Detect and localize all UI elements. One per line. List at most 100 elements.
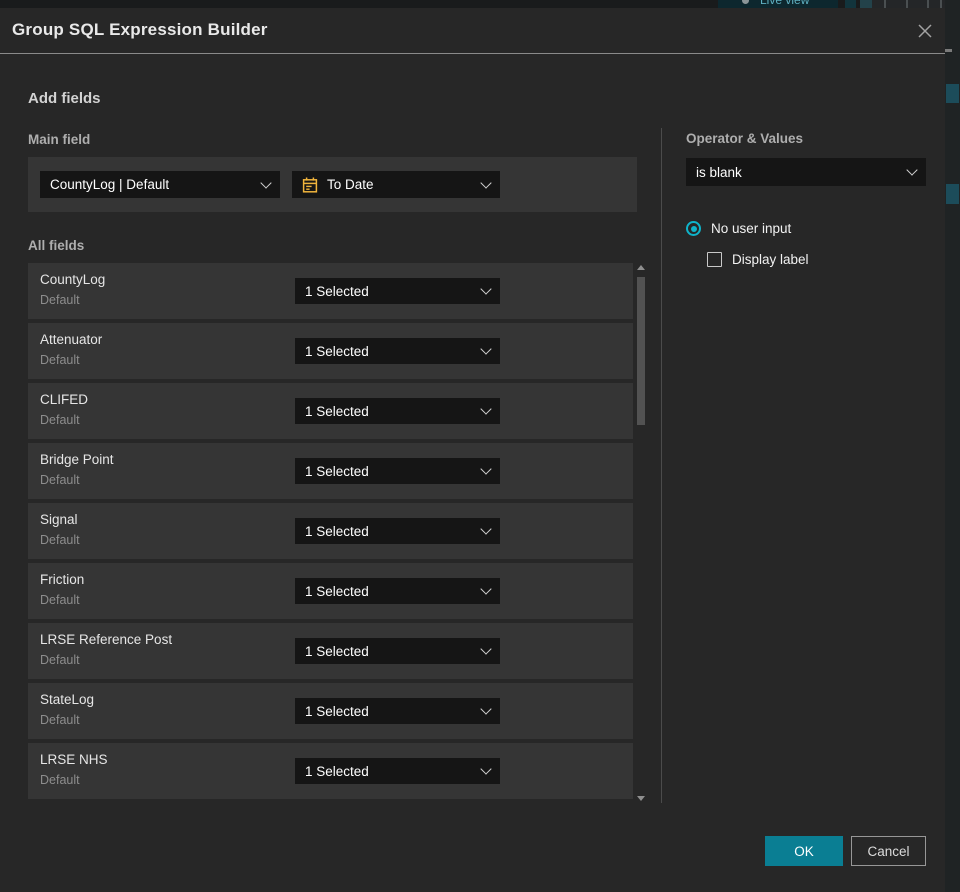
display-label-checkbox[interactable]: Display label (707, 252, 809, 267)
field-values-select[interactable]: 1 Selected (295, 638, 500, 664)
background-panel-icon (946, 84, 959, 103)
no-user-input-radio[interactable]: No user input (686, 221, 791, 236)
group-sql-expression-builder-dialog: Group SQL Expression Builder Add fields … (0, 8, 945, 892)
cancel-button[interactable]: Cancel (851, 836, 926, 866)
main-field-container: CountyLog | Default To Date (28, 157, 637, 212)
field-values-select-label: 1 Selected (305, 343, 369, 359)
field-name: LRSE Reference Post (40, 632, 173, 647)
field-subtitle: Default (40, 353, 80, 367)
main-field-type-select[interactable]: To Date (292, 171, 500, 198)
calendar-icon (302, 177, 318, 193)
close-icon (918, 24, 932, 38)
field-row: Friction Default 1 Selected (28, 563, 633, 619)
chevron-down-icon (480, 403, 492, 415)
field-values-select-label: 1 Selected (305, 523, 369, 539)
field-subtitle: Default (40, 593, 80, 607)
panel-divider (661, 128, 662, 803)
operator-values-label: Operator & Values (686, 131, 804, 146)
field-row: Signal Default 1 Selected (28, 503, 633, 559)
ok-button[interactable]: OK (765, 836, 843, 866)
dialog-title: Group SQL Expression Builder (12, 20, 268, 39)
chevron-down-icon (480, 343, 492, 355)
field-subtitle: Default (40, 533, 80, 547)
chevron-down-icon (480, 523, 492, 535)
field-name: Attenuator (40, 332, 103, 347)
field-values-select[interactable]: 1 Selected (295, 518, 500, 544)
field-values-select[interactable]: 1 Selected (295, 338, 500, 364)
app-background-top-strip: Live view (0, 0, 960, 8)
chevron-down-icon (480, 583, 492, 595)
display-label-text: Display label (732, 252, 809, 267)
field-name: CLIFED (40, 392, 89, 407)
operator-select-value: is blank (696, 164, 742, 180)
scrollbar-up-arrow-icon[interactable] (637, 265, 645, 270)
field-values-select-label: 1 Selected (305, 643, 369, 659)
field-row: Bridge Point Default 1 Selected (28, 443, 633, 499)
close-button[interactable] (913, 19, 937, 43)
field-subtitle: Default (40, 473, 80, 487)
field-name: CountyLog (40, 272, 106, 287)
background-toolbar-tick (884, 0, 886, 8)
field-values-select-label: 1 Selected (305, 703, 369, 719)
chevron-down-icon (480, 703, 492, 715)
field-row: CountyLog Default 1 Selected (28, 263, 633, 319)
main-field-source-value: CountyLog | Default (50, 177, 170, 192)
field-values-select[interactable]: 1 Selected (295, 578, 500, 604)
field-values-select[interactable]: 1 Selected (295, 758, 500, 784)
field-row: LRSE Reference Post Default 1 Selected (28, 623, 633, 679)
field-name: LRSE NHS (40, 752, 108, 767)
chevron-down-icon (260, 176, 272, 189)
scrollbar-thumb[interactable] (637, 277, 645, 425)
field-values-select[interactable]: 1 Selected (295, 698, 500, 724)
no-user-input-label: No user input (711, 221, 792, 236)
chevron-down-icon (480, 463, 492, 475)
field-values-select-label: 1 Selected (305, 283, 369, 299)
background-icon (860, 0, 872, 8)
chevron-down-icon (480, 283, 492, 295)
background-icon (845, 0, 856, 8)
background-toolbar-tick (927, 0, 929, 8)
field-subtitle: Default (40, 293, 80, 307)
live-view-button: Live view (718, 0, 838, 8)
field-values-select[interactable]: 1 Selected (295, 398, 500, 424)
background-toolbar-tick (940, 0, 942, 8)
operator-select[interactable]: is blank (686, 158, 926, 186)
main-field-source-select[interactable]: CountyLog | Default (40, 171, 280, 198)
dialog-header: Group SQL Expression Builder (0, 8, 945, 54)
radio-selected-icon (686, 221, 701, 236)
chevron-down-icon (906, 164, 918, 176)
field-row: LRSE NHS Default 1 Selected (28, 743, 633, 799)
field-subtitle: Default (40, 413, 80, 427)
chevron-down-icon (480, 763, 492, 775)
main-field-label: Main field (28, 132, 91, 147)
background-dash (945, 49, 952, 52)
background-panel-icon (946, 184, 959, 204)
field-name: StateLog (40, 692, 95, 707)
app-background-right-strip (945, 0, 960, 892)
field-subtitle: Default (40, 713, 80, 727)
field-values-select[interactable]: 1 Selected (295, 278, 500, 304)
main-field-type-value: To Date (327, 177, 374, 192)
field-values-select[interactable]: 1 Selected (295, 458, 500, 484)
field-row: Attenuator Default 1 Selected (28, 323, 633, 379)
background-toolbar-tick (906, 0, 908, 8)
live-view-label: Live view (760, 0, 810, 7)
chevron-down-icon (480, 176, 492, 189)
scrollbar-down-arrow-icon[interactable] (637, 796, 645, 801)
field-name: Friction (40, 572, 85, 587)
field-values-select-label: 1 Selected (305, 583, 369, 599)
live-view-dot-icon (742, 0, 749, 4)
field-values-select-label: 1 Selected (305, 403, 369, 419)
field-values-select-label: 1 Selected (305, 463, 369, 479)
field-row: CLIFED Default 1 Selected (28, 383, 633, 439)
add-fields-heading: Add fields (28, 90, 101, 107)
field-subtitle: Default (40, 773, 80, 787)
all-fields-label: All fields (28, 238, 85, 253)
background-toolbar (872, 0, 945, 8)
fields-list-scrollbar[interactable] (636, 263, 646, 803)
checkbox-unchecked-icon (707, 252, 722, 267)
field-row: StateLog Default 1 Selected (28, 683, 633, 739)
field-subtitle: Default (40, 653, 80, 667)
field-values-select-label: 1 Selected (305, 763, 369, 779)
chevron-down-icon (480, 643, 492, 655)
